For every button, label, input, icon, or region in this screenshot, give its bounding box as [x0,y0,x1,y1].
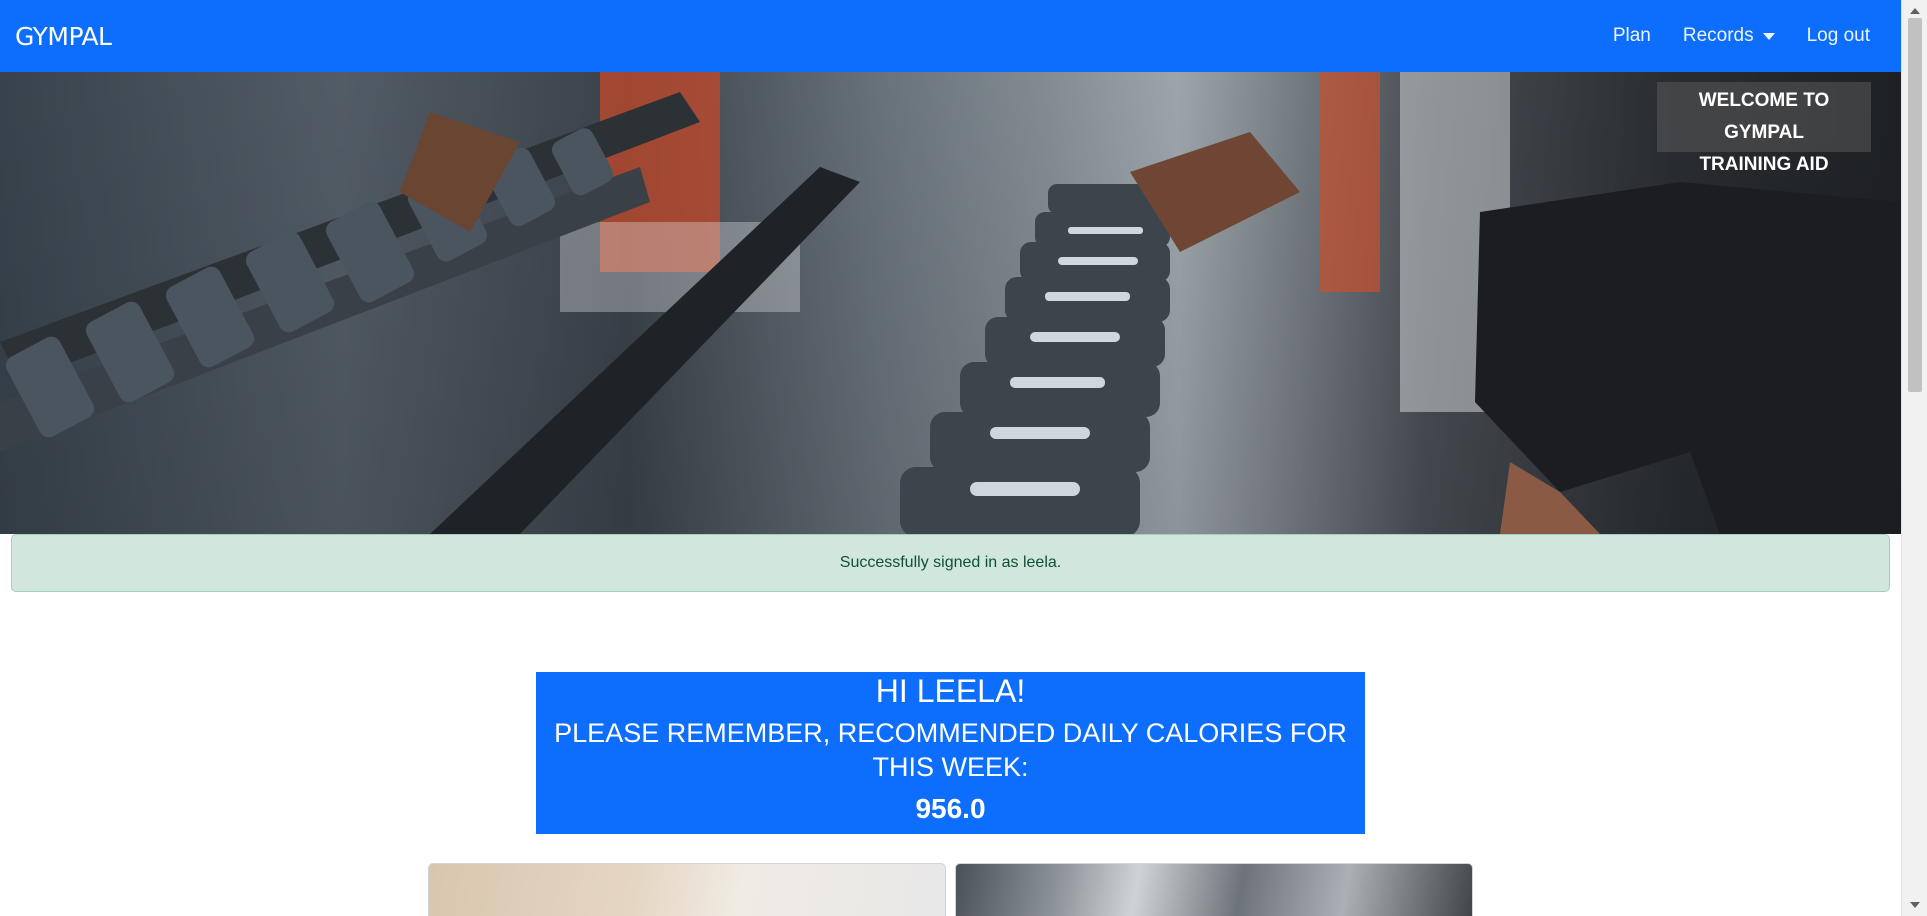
nav-dropdown-records-label: Records [1682,25,1754,46]
arrow-down-icon[interactable] [1910,902,1920,908]
welcome-line-1: WELCOME TO GYMPAL [1698,90,1830,143]
page: GYMPAL Plan Records Log out WELCOME TO G… [0,0,1901,916]
hero-image: WELCOME TO GYMPAL TRAINING AID [0,72,1901,534]
nav-dropdown-records[interactable]: Records [1667,25,1791,47]
scrollbar-thumb[interactable] [1908,18,1922,392]
calorie-value: 956.0 [915,793,986,824]
success-alert: Successfully signed in as leela. [11,534,1890,592]
chevron-down-icon [1762,32,1775,40]
card-records-image[interactable] [955,863,1473,916]
greeting-box: HI LEELA! PLEASE REMEMBER, RECOMMENDED D… [536,672,1365,834]
welcome-line-2: TRAINING AID [1699,154,1829,175]
navbar: GYMPAL Plan Records Log out [0,0,1901,72]
calorie-reminder-text: PLEASE REMEMBER, RECOMMENDED DAILY CALOR… [554,718,1347,782]
brand-logo[interactable]: GYMPAL [15,22,112,51]
welcome-banner: WELCOME TO GYMPAL TRAINING AID [1657,82,1871,175]
alert-message: Successfully signed in as leela. [839,554,1062,571]
dumbbell-rack-illustration [0,72,1901,534]
arrow-up-icon[interactable] [1910,8,1920,14]
nav-links: Plan Records Log out [1597,25,1886,47]
greeting-title: HI LEELA! [875,673,1026,709]
vertical-scrollbar[interactable] [1901,0,1927,916]
card-plan-image[interactable] [428,863,946,916]
nav-link-logout[interactable]: Log out [1791,25,1886,47]
nav-link-plan[interactable]: Plan [1597,25,1667,47]
